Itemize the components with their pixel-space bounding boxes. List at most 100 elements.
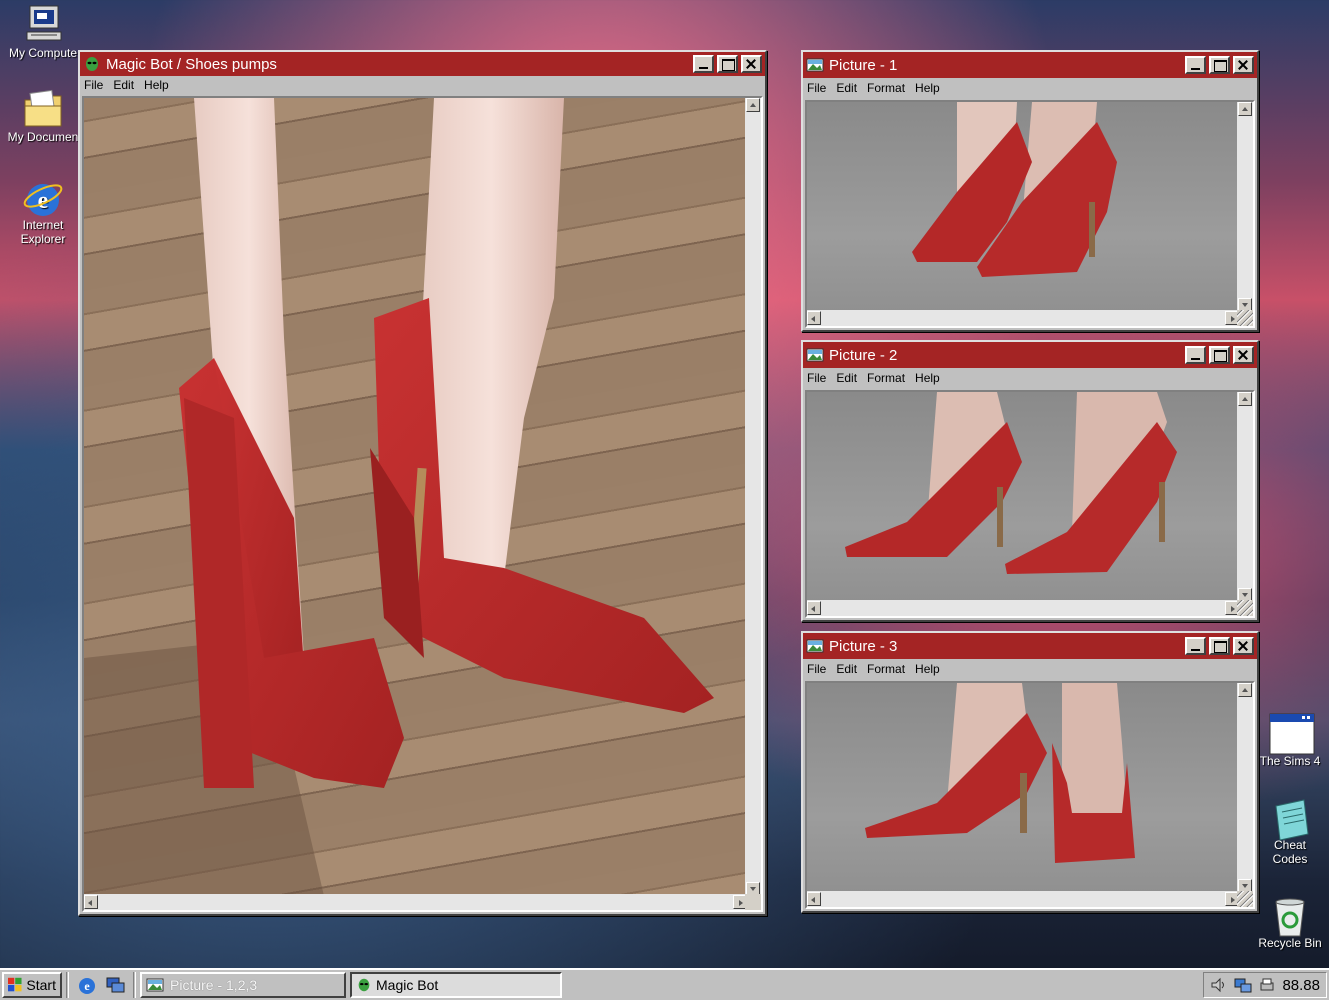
resize-grip[interactable]	[745, 894, 761, 910]
menu-bar: File Edit Help	[80, 76, 765, 94]
computer-icon	[21, 4, 65, 44]
window-title: Magic Bot / Shoes pumps	[106, 55, 277, 73]
menu-file[interactable]: File	[84, 78, 103, 92]
menu-format[interactable]: Format	[867, 662, 905, 676]
maximize-button[interactable]	[1209, 346, 1230, 364]
menu-edit[interactable]: Edit	[113, 78, 134, 92]
desktop-icon-recycle-bin[interactable]: Recycle Bin	[1249, 894, 1329, 950]
scroll-up-button[interactable]	[1238, 392, 1252, 406]
horizontal-scrollbar[interactable]	[807, 310, 1239, 326]
menu-help[interactable]: Help	[915, 81, 940, 95]
scroll-left-button[interactable]	[807, 311, 821, 325]
window-title: Picture - 1	[829, 56, 898, 74]
maximize-button[interactable]	[1209, 637, 1230, 655]
menu-edit[interactable]: Edit	[836, 371, 857, 385]
picture-window-titlebar[interactable]: Picture - 2	[803, 342, 1257, 368]
picture-window-titlebar[interactable]: Picture - 3	[803, 633, 1257, 659]
scroll-left-button[interactable]	[84, 895, 98, 909]
vertical-scrollbar[interactable]	[1237, 683, 1253, 893]
taskbar: Start e Picture - 1,2,3 Magic Bot 88.88	[0, 968, 1329, 1000]
resize-grip[interactable]	[1237, 600, 1253, 616]
svg-text:e: e	[84, 979, 90, 993]
quicklaunch-desktop-icon[interactable]	[104, 974, 126, 996]
minimize-button[interactable]	[1185, 637, 1206, 655]
folder-icon	[21, 88, 65, 128]
network-icon[interactable]	[1234, 976, 1252, 994]
close-button[interactable]	[1233, 346, 1254, 364]
menu-bar: File Edit Format Help	[803, 368, 1257, 388]
scroll-up-button[interactable]	[1238, 102, 1252, 116]
menu-help[interactable]: Help	[915, 662, 940, 676]
menu-edit[interactable]: Edit	[836, 81, 857, 95]
alien-icon	[86, 57, 98, 71]
vertical-scrollbar[interactable]	[745, 98, 761, 896]
taskbar-separator	[133, 972, 136, 998]
picture-window-titlebar[interactable]: Picture - 1	[803, 52, 1257, 78]
resize-grip[interactable]	[1237, 310, 1253, 326]
task-magic-bot[interactable]: Magic Bot	[350, 972, 562, 998]
minimize-button[interactable]	[1185, 56, 1206, 74]
scroll-left-button[interactable]	[807, 601, 821, 615]
maximize-button[interactable]	[1209, 56, 1230, 74]
picture-icon	[806, 58, 824, 72]
shoes-image	[84, 98, 761, 910]
image-viewport	[805, 390, 1255, 618]
shoes-image	[807, 102, 1253, 326]
printer-icon[interactable]	[1258, 976, 1276, 994]
menu-file[interactable]: File	[807, 81, 826, 95]
minimize-button[interactable]	[1185, 346, 1206, 364]
desktop-icon-label: Recycle Bin	[1258, 936, 1322, 950]
menu-help[interactable]: Help	[915, 371, 940, 385]
menu-bar: File Edit Format Help	[803, 78, 1257, 98]
quicklaunch-ie-icon[interactable]: e	[76, 974, 98, 996]
volume-icon[interactable]	[1210, 976, 1228, 994]
image-viewport	[82, 96, 763, 912]
desktop-icon-cheat-codes[interactable]: Cheat Codes	[1249, 796, 1329, 866]
menu-bar: File Edit Format Help	[803, 659, 1257, 679]
clock: 88.88	[1282, 976, 1320, 994]
start-button[interactable]: Start	[2, 972, 62, 998]
horizontal-scrollbar[interactable]	[807, 600, 1239, 616]
internet-explorer-icon: e	[21, 176, 65, 216]
desktop-icon-the-sims-4[interactable]: The Sims 4	[1249, 712, 1329, 768]
desktop-icon-my-computer[interactable]: My Compute	[2, 4, 84, 60]
menu-help[interactable]: Help	[144, 78, 169, 92]
maximize-button[interactable]	[717, 55, 738, 73]
picture-window-1[interactable]: Picture - 1 File Edit Format Help	[801, 50, 1259, 332]
desktop-icon-label: My Compute	[8, 46, 78, 60]
resize-grip[interactable]	[1237, 891, 1253, 907]
task-picture[interactable]: Picture - 1,2,3	[140, 972, 346, 998]
close-button[interactable]	[1233, 56, 1254, 74]
desktop-icon-label: The Sims 4	[1259, 754, 1321, 768]
recycle-bin-icon	[1268, 894, 1312, 937]
minimize-button[interactable]	[693, 55, 714, 73]
desktop-icon-my-documents[interactable]: My Documen	[2, 88, 84, 144]
shoes-image	[807, 392, 1253, 616]
vertical-scrollbar[interactable]	[1237, 102, 1253, 312]
desktop-icon-internet-explorer[interactable]: e Internet Explorer	[2, 176, 84, 246]
horizontal-scrollbar[interactable]	[84, 894, 747, 910]
close-button[interactable]	[741, 55, 762, 73]
menu-format[interactable]: Format	[867, 81, 905, 95]
system-tray: 88.88	[1203, 972, 1327, 998]
picture-window-3[interactable]: Picture - 3 File Edit Format Help	[801, 631, 1259, 913]
task-label: Magic Bot	[376, 977, 439, 993]
main-window[interactable]: Magic Bot / Shoes pumps File Edit Help	[78, 50, 767, 916]
main-window-titlebar[interactable]: Magic Bot / Shoes pumps	[80, 52, 765, 76]
desktop-icon-label: Cheat Codes	[1272, 838, 1308, 866]
menu-file[interactable]: File	[807, 371, 826, 385]
image-viewport	[805, 100, 1255, 328]
horizontal-scrollbar[interactable]	[807, 891, 1239, 907]
menu-edit[interactable]: Edit	[836, 662, 857, 676]
desktop-icon-label: Internet Explorer	[20, 218, 66, 246]
menu-file[interactable]: File	[807, 662, 826, 676]
scroll-up-button[interactable]	[746, 98, 760, 112]
close-button[interactable]	[1233, 637, 1254, 655]
picture-window-2[interactable]: Picture - 2 File Edit Format Help	[801, 340, 1259, 622]
vertical-scrollbar[interactable]	[1237, 392, 1253, 602]
scroll-up-button[interactable]	[1238, 683, 1252, 697]
menu-format[interactable]: Format	[867, 371, 905, 385]
picture-icon	[806, 639, 824, 653]
taskbar-separator	[66, 972, 69, 998]
scroll-left-button[interactable]	[807, 892, 821, 906]
